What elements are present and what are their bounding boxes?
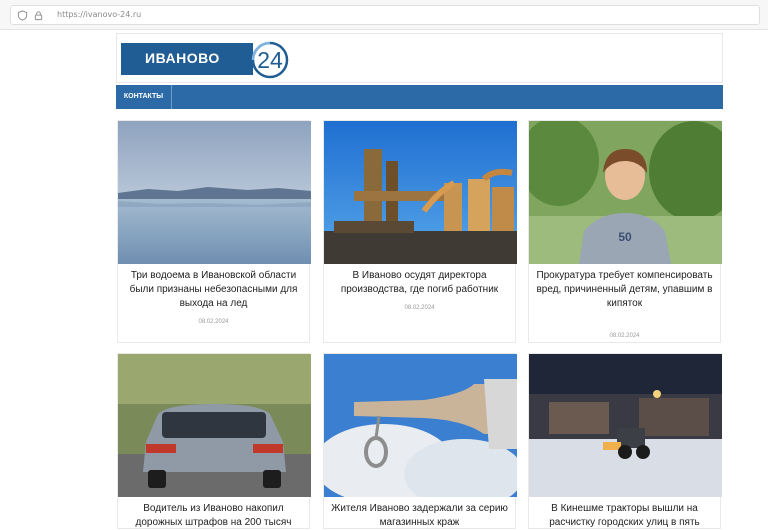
lock-icon <box>34 11 43 21</box>
article-card[interactable]: В Иваново осудят директора производства,… <box>323 120 517 343</box>
svg-text:50: 50 <box>618 230 632 244</box>
article-date: 08.02.2024 <box>609 333 640 339</box>
article-card[interactable]: Жителя Иваново задержали за серию магази… <box>323 353 517 530</box>
article-title[interactable]: В Иваново осудят директора производства,… <box>330 269 509 297</box>
article-date: 08.02.2024 <box>404 305 435 311</box>
snow-tractor-photo <box>529 354 722 497</box>
article-card[interactable]: 50 Прокуратура требует компенсировать вр… <box>528 120 722 343</box>
site-header: ИВАНОВО 24 <box>116 33 723 83</box>
article-date: 08.02.2024 <box>198 319 229 325</box>
article-image[interactable] <box>529 354 722 497</box>
article-card[interactable]: Три водоема в Ивановской области были пр… <box>117 120 311 343</box>
article-card[interactable]: В Кинешме тракторы вышли на расчистку го… <box>528 353 722 530</box>
factory-photo <box>324 121 517 264</box>
boy-photo: 50 <box>529 121 722 264</box>
article-image[interactable]: 50 <box>529 121 722 264</box>
logo-text: ИВАНОВО <box>145 50 220 66</box>
logo-number: 24 <box>257 47 283 73</box>
article-image[interactable] <box>324 121 517 264</box>
site-logo[interactable]: ИВАНОВО 24 <box>121 41 297 79</box>
article-image[interactable] <box>324 354 517 497</box>
nav-item-contacts[interactable]: КОНТАКТЫ <box>116 85 172 109</box>
url-text: https://ivanovo-24.ru <box>57 10 142 19</box>
car-photo <box>118 354 311 497</box>
frozen-lake-photo <box>118 121 311 264</box>
article-title[interactable]: Водитель из Иваново накопил дорожных штр… <box>124 502 303 530</box>
logo-block: ИВАНОВО <box>121 43 253 75</box>
article-image[interactable] <box>118 354 311 497</box>
site-container: ИВАНОВО 24 КОНТАКТЫ <box>116 33 723 109</box>
article-title[interactable]: Три водоема в Ивановской области были пр… <box>124 269 303 311</box>
article-image[interactable] <box>118 121 311 264</box>
address-bar[interactable]: https://ivanovo-24.ru <box>10 5 760 25</box>
article-card[interactable]: Водитель из Иваново накопил дорожных штр… <box>117 353 311 530</box>
logo-24-badge: 24 <box>251 41 289 79</box>
shield-icon <box>17 10 28 21</box>
handcuffs-photo <box>324 354 517 497</box>
article-title[interactable]: Прокуратура требует компенсировать вред,… <box>535 269 714 311</box>
main-nav: КОНТАКТЫ <box>116 85 723 109</box>
article-title[interactable]: В Кинешме тракторы вышли на расчистку го… <box>535 502 714 530</box>
browser-toolbar: https://ivanovo-24.ru <box>0 0 768 30</box>
article-title[interactable]: Жителя Иваново задержали за серию магази… <box>330 502 509 530</box>
